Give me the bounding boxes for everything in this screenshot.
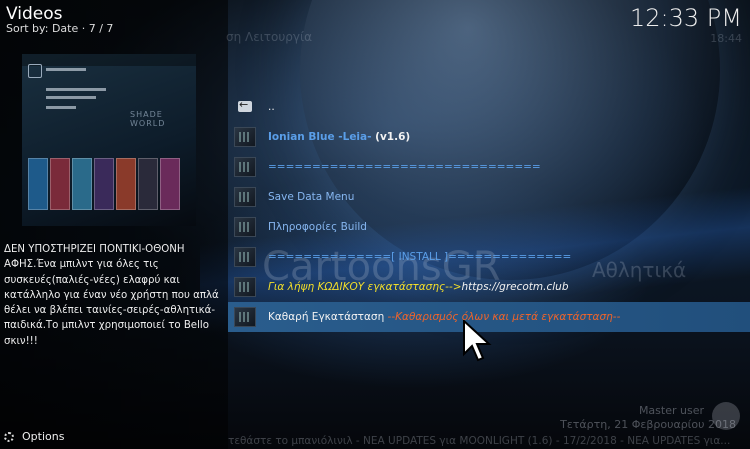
list-item[interactable]: Για λήψη ΚΩΔΙΚΟΥ εγκατάστασης-->https://… <box>228 272 750 302</box>
poster <box>50 158 70 210</box>
build-icon <box>234 127 256 147</box>
list-item[interactable]: =============================== <box>228 152 750 182</box>
list-item-label: Για λήψη ΚΩΔΙΚΟΥ εγκατάστασης-->https://… <box>268 281 569 293</box>
list-item[interactable]: Ionian Blue -Leia- (v1.6) <box>228 122 750 152</box>
list-item-label: Ionian Blue -Leia- (v1.6) <box>268 131 411 143</box>
ghost-top-text: ση Λειτουργία <box>226 30 312 44</box>
back-folder-icon <box>238 98 252 112</box>
list-item-label: Καθαρή Εγκατάσταση --Καθαρισμός όλων και… <box>268 311 621 323</box>
addon-thumbnail: SHADE WORLD <box>22 54 196 226</box>
list-item-parent[interactable]: .. <box>228 92 750 122</box>
avatar <box>712 402 740 430</box>
thumbnail-line <box>46 96 96 99</box>
poster <box>116 158 136 210</box>
clock: 12:33 PM <box>630 4 742 32</box>
list-item-label: Save Data Menu <box>268 191 355 203</box>
thumbnail-topbar <box>22 54 196 66</box>
build-icon <box>234 217 256 237</box>
item-position: 7 / 7 <box>88 22 114 35</box>
build-icon <box>234 277 256 297</box>
sort-info[interactable]: Sort by: Date · 7 / 7 <box>6 22 113 35</box>
thumbnail-line <box>46 106 76 109</box>
list-item[interactable]: Πληροφορίες Build <box>228 212 750 242</box>
poster <box>94 158 114 210</box>
build-icon <box>234 157 256 177</box>
build-icon <box>234 307 256 327</box>
options-button[interactable]: Options <box>4 430 64 443</box>
poster <box>72 158 92 210</box>
poster <box>28 158 48 210</box>
gear-icon <box>4 431 14 442</box>
logo-icon <box>28 64 42 78</box>
list-item[interactable]: Save Data Menu <box>228 182 750 212</box>
thumbnail-line <box>46 68 86 71</box>
ghost-time: 18:44 <box>710 32 742 45</box>
options-label: Options <box>22 430 65 443</box>
list-item[interactable]: ==============[ INSTALL ]============== <box>228 242 750 272</box>
thumbnail-caption: SHADE WORLD <box>130 110 166 128</box>
list-item-label: .. <box>268 101 275 113</box>
item-list: .. Ionian Blue -Leia- (v1.6) ===========… <box>228 92 750 332</box>
build-icon <box>234 247 256 267</box>
build-icon <box>234 187 256 207</box>
sort-label: Sort by: Date <box>6 22 79 35</box>
news-ticker: τεθάστε το μπανιόλινιλ - NEA UPDATES για… <box>228 435 731 447</box>
list-item-label: =============================== <box>268 161 541 173</box>
poster <box>160 158 180 210</box>
page-title: Videos <box>6 4 63 24</box>
list-item-label: ==============[ INSTALL ]============== <box>268 251 572 263</box>
poster <box>138 158 158 210</box>
addon-description: ΔΕΝ ΥΠΟΣΤΗΡΙΖΕΙ ΠΟΝΤΙΚΙ-ΟΘΟΝΗ ΑΦΗΣ.Ένα μ… <box>4 244 219 347</box>
date-text: Τετάρτη, 21 Φεβρουαρίου 2018 <box>560 418 736 431</box>
thumbnail-line <box>46 88 106 91</box>
user-name: Master user <box>638 404 704 417</box>
list-item-label: Πληροφορίες Build <box>268 221 367 233</box>
